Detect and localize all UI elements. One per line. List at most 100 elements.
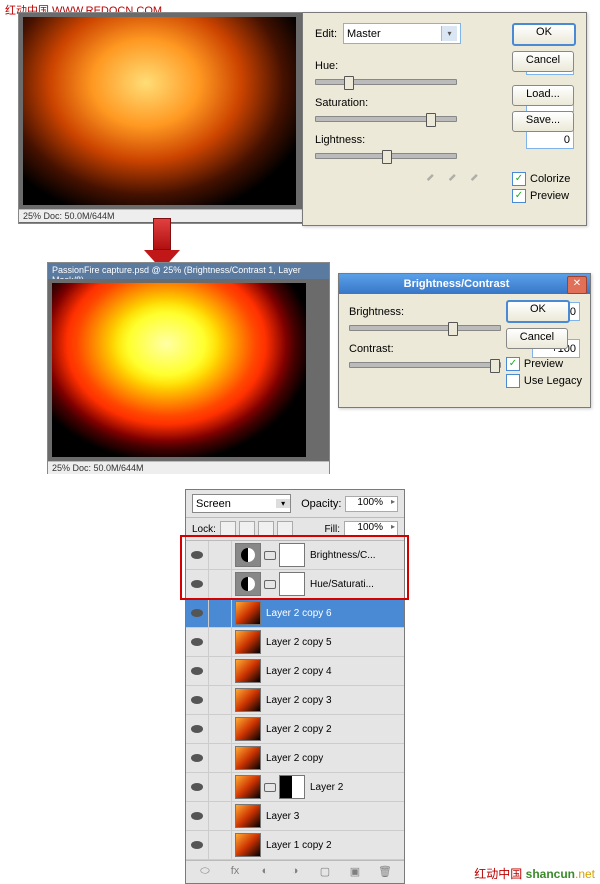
save-button[interactable]: Save... — [512, 111, 574, 132]
eye-icon — [191, 638, 203, 646]
eyedropper-minus-icon[interactable] — [469, 167, 483, 181]
link-cell[interactable] — [209, 715, 232, 743]
visibility-toggle[interactable] — [186, 541, 209, 569]
link-cell[interactable] — [209, 570, 232, 598]
adjustment-layer-icon[interactable]: ◑ — [287, 865, 303, 879]
layer-name: Layer 2 copy 4 — [264, 666, 404, 677]
link-cell[interactable] — [209, 744, 232, 772]
fill-label: Fill: — [324, 524, 340, 535]
ok-button[interactable]: OK — [512, 23, 576, 46]
layer-name: Layer 2 copy 3 — [264, 695, 404, 706]
visibility-toggle[interactable] — [186, 744, 209, 772]
link-layers-icon[interactable]: ⬭ — [197, 865, 213, 879]
layer-row[interactable]: Layer 2 copy 5 — [186, 628, 404, 657]
visibility-toggle[interactable] — [186, 802, 209, 830]
lock-position-icon[interactable] — [258, 521, 274, 537]
eyedropper-plus-icon[interactable] — [447, 167, 461, 181]
link-cell[interactable] — [209, 541, 232, 569]
eye-icon — [191, 551, 203, 559]
trash-icon[interactable]: 🗑 — [377, 865, 393, 879]
new-layer-icon[interactable]: ▣ — [347, 865, 363, 879]
colorize-checkbox[interactable]: ✓Colorize — [512, 172, 576, 186]
eye-icon — [191, 696, 203, 704]
edit-dropdown[interactable]: Master▾ — [343, 23, 461, 44]
layer-thumb — [235, 630, 261, 654]
lightness-label: Lightness: — [315, 134, 383, 146]
lightness-slider[interactable] — [315, 153, 457, 159]
saturation-label: Saturation: — [315, 97, 383, 109]
layers-panel: Screen▾ Opacity: 100% Lock: Fill: 100% B… — [185, 489, 405, 884]
layer-name: Layer 2 copy — [264, 753, 404, 764]
mask-thumb — [279, 543, 305, 567]
layers-footer: ⬭ fx ◐ ◑ ▢ ▣ 🗑 — [186, 860, 404, 883]
preview-checkbox[interactable]: ✓Preview — [506, 357, 582, 371]
layer-row[interactable]: Layer 2 copy 2 — [186, 715, 404, 744]
saturation-slider[interactable] — [315, 116, 457, 122]
eye-icon — [191, 667, 203, 675]
lock-all-icon[interactable] — [277, 521, 293, 537]
visibility-toggle[interactable] — [186, 715, 209, 743]
layer-row[interactable]: Layer 2 copy 4 — [186, 657, 404, 686]
add-mask-icon[interactable]: ◐ — [257, 865, 273, 879]
opacity-label: Opacity: — [301, 498, 341, 510]
fire-image-1 — [23, 17, 296, 205]
eyedropper-icon[interactable] — [425, 167, 439, 181]
layer-thumb — [235, 833, 261, 857]
layer-row[interactable]: Layer 2 copy 6 — [186, 599, 404, 628]
layer-row[interactable]: Layer 2 copy 3 — [186, 686, 404, 715]
preview-window-1: 25% Doc: 50.0M/644M — [18, 12, 303, 224]
layer-thumb — [235, 717, 261, 741]
link-cell[interactable] — [209, 628, 232, 656]
contrast-slider[interactable] — [349, 362, 501, 368]
preview-checkbox[interactable]: ✓Preview — [512, 189, 576, 203]
link-cell[interactable] — [209, 831, 232, 859]
layer-thumb — [235, 659, 261, 683]
ok-button[interactable]: OK — [506, 300, 570, 323]
layer-row[interactable]: Layer 2 copy — [186, 744, 404, 773]
layer-row[interactable]: Layer 3 — [186, 802, 404, 831]
edit-label: Edit: — [315, 28, 343, 40]
close-button[interactable]: ✕ — [567, 276, 587, 294]
fx-icon[interactable]: fx — [227, 865, 243, 879]
link-cell[interactable] — [209, 802, 232, 830]
lock-pixels-icon[interactable] — [239, 521, 255, 537]
fill-input[interactable]: 100% — [344, 521, 398, 537]
opacity-input[interactable]: 100% — [345, 496, 398, 512]
link-cell[interactable] — [209, 657, 232, 685]
red-arrow — [144, 218, 180, 268]
brightness-label: Brightness: — [349, 306, 415, 318]
layer-row[interactable]: Hue/Saturati... — [186, 570, 404, 599]
visibility-toggle[interactable] — [186, 570, 209, 598]
load-button[interactable]: Load... — [512, 85, 574, 106]
visibility-toggle[interactable] — [186, 628, 209, 656]
visibility-toggle[interactable] — [186, 831, 209, 859]
eye-icon — [191, 783, 203, 791]
link-cell[interactable] — [209, 686, 232, 714]
folder-icon[interactable]: ▢ — [317, 865, 333, 879]
layer-row[interactable]: Layer 2 — [186, 773, 404, 802]
hue-slider[interactable] — [315, 79, 457, 85]
eye-icon — [191, 841, 203, 849]
visibility-toggle[interactable] — [186, 686, 209, 714]
visibility-toggle[interactable] — [186, 599, 209, 627]
link-cell[interactable] — [209, 773, 232, 801]
visibility-toggle[interactable] — [186, 773, 209, 801]
link-cell[interactable] — [209, 599, 232, 627]
visibility-toggle[interactable] — [186, 657, 209, 685]
adjustment-thumb — [235, 572, 261, 596]
preview-status-2: 25% Doc: 50.0M/644M — [48, 461, 329, 474]
layer-name: Hue/Saturati... — [308, 579, 404, 590]
layer-row[interactable]: Layer 1 copy 2 — [186, 831, 404, 860]
layer-name: Layer 2 copy 2 — [264, 724, 404, 735]
link-icon — [264, 551, 276, 560]
layer-name: Brightness/C... — [308, 550, 404, 561]
layer-row[interactable]: Brightness/C... — [186, 541, 404, 570]
hue-label: Hue: — [315, 60, 383, 72]
eye-icon — [191, 812, 203, 820]
brightness-slider[interactable] — [349, 325, 501, 331]
cancel-button[interactable]: Cancel — [512, 51, 574, 72]
lock-transparency-icon[interactable] — [220, 521, 236, 537]
blend-mode-dropdown[interactable]: Screen▾ — [192, 494, 291, 513]
use-legacy-checkbox[interactable]: Use Legacy — [506, 374, 582, 388]
cancel-button[interactable]: Cancel — [506, 328, 568, 349]
